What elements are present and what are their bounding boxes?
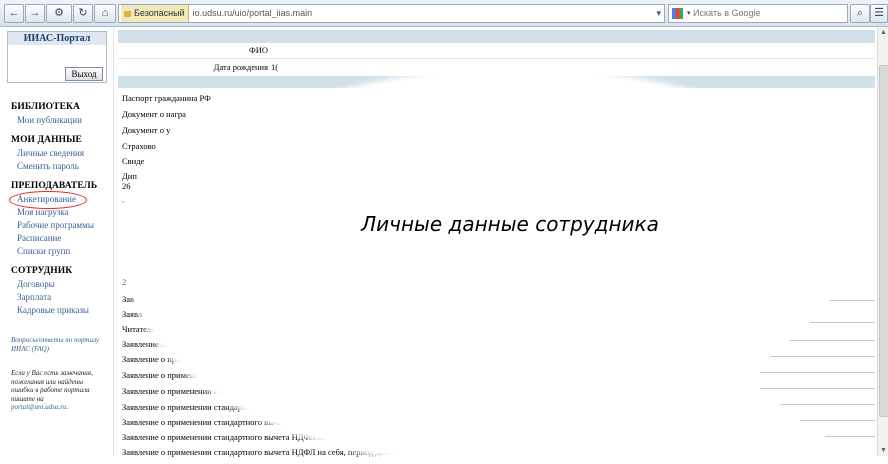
vertical-scrollbar[interactable]: ▲ ▼ <box>877 27 888 456</box>
link-work-programs[interactable]: Рабочие программы <box>17 220 94 230</box>
section-teacher: ПРЕПОДАВАТЕЛЬ <box>11 181 98 191</box>
link-schedule[interactable]: Расписание <box>17 233 61 243</box>
key-icon[interactable]: ⚙ <box>46 4 72 23</box>
row-divider <box>780 404 875 405</box>
row-divider <box>830 300 875 301</box>
doc-statement-7[interactable]: Заявление о применении стандартног <box>122 402 258 412</box>
doc-statement-3[interactable]: Заявление о <box>122 339 165 349</box>
doc-certificate[interactable]: Свиде <box>122 156 144 166</box>
doc-education[interactable]: Документ о у <box>122 125 170 135</box>
dropdown-arrow-icon[interactable]: ▾ <box>656 5 661 22</box>
doc-statement-9[interactable]: Заявление о применении стандартного выче… <box>122 432 344 442</box>
row-divider <box>825 436 875 437</box>
menu-icon[interactable]: ☰ <box>870 4 888 23</box>
row-divider <box>770 356 875 357</box>
contact-text: Если у Вас есть замечания, пожелания или… <box>11 369 93 403</box>
header-bar <box>118 30 875 43</box>
fio-label: ФИО <box>249 45 268 55</box>
scroll-down-icon[interactable]: ▼ <box>879 445 888 455</box>
link-my-workload[interactable]: Моя нагрузка <box>17 207 69 217</box>
doc-diploma-number: 26 <box>122 181 131 191</box>
doc-diploma[interactable]: Дип <box>122 171 137 181</box>
search-placeholder: Искать в Google <box>693 8 761 18</box>
doc-statement-8[interactable]: Заявление о применении стандартного выче… <box>122 417 296 427</box>
browser-toolbar: ← → ⚙ ↻ ⌂ Безопасный io.udsu.ru/uio/porta… <box>0 0 888 27</box>
link-salary[interactable]: Зарплата <box>17 292 51 302</box>
doc-statement-2[interactable]: Заявл <box>122 309 142 319</box>
link-personal-info[interactable]: Личные сведения <box>17 148 84 158</box>
home-icon[interactable]: ⌂ <box>94 4 116 23</box>
doc-insurance[interactable]: Страхово <box>122 141 156 151</box>
search-icon[interactable]: ⌕ <box>850 4 870 23</box>
security-badge-label: Безопасный <box>134 8 185 18</box>
reload-icon[interactable]: ↻ <box>73 4 93 23</box>
doc-passport[interactable]: Паспорт гражданина РФ <box>122 93 211 103</box>
google-logo-icon <box>672 8 683 19</box>
portal-sidebar: ИИАС-Портал Выход БИБЛИОТЕКА Мои публика… <box>0 27 114 456</box>
row-divider <box>790 340 875 341</box>
faq-link[interactable]: Вопросы/ответы по порталу ИИАС (FAQ) <box>11 336 107 353</box>
scroll-up-icon[interactable]: ▲ <box>879 27 888 37</box>
forward-icon[interactable]: → <box>25 4 45 23</box>
security-badge[interactable]: Безопасный <box>121 5 189 22</box>
birth-date-value: 1( <box>271 62 279 72</box>
search-box[interactable]: ▾ Искать в Google <box>668 4 848 23</box>
link-hr-orders[interactable]: Кадровые приказы <box>17 305 89 315</box>
row-divider <box>760 388 875 389</box>
link-change-password[interactable]: Сменить пароль <box>17 161 79 171</box>
doc-partial-link[interactable]: 2 <box>122 277 126 287</box>
portal-login-box: ИИАС-Портал Выход <box>7 31 107 83</box>
overlay-blob <box>136 74 888 464</box>
row-divider <box>800 420 875 421</box>
back-icon[interactable]: ← <box>4 4 24 23</box>
doc-award[interactable]: Документ о награ <box>122 109 186 119</box>
section-my-data: МОИ ДАННЫЕ <box>11 135 82 145</box>
doc-statement-5[interactable]: Заявление о применен <box>122 370 203 380</box>
search-dropdown-icon[interactable]: ▾ <box>687 10 691 17</box>
birth-date-label: Дата рождения <box>213 62 268 72</box>
row-divider <box>810 322 875 323</box>
row-divider <box>760 372 875 373</box>
doc-statement-6[interactable]: Заявление о применении ста <box>122 386 225 396</box>
portal-title: ИИАС-Портал <box>8 32 106 45</box>
scroll-thumb[interactable] <box>879 65 888 417</box>
section-employee: СОТРУДНИК <box>11 266 73 276</box>
link-group-lists[interactable]: Списки групп <box>17 246 70 256</box>
lock-icon <box>124 11 131 17</box>
section-library: БИБЛИОТЕКА <box>11 102 80 112</box>
contact-email-link[interactable]: portal@uni.udsu.ru. <box>11 403 107 412</box>
link-my-publications[interactable]: Мои публикации <box>17 115 82 125</box>
url-text: io.udsu.ru/uio/portal_iias.main <box>192 8 313 18</box>
doc-statement-1[interactable]: Зав <box>122 294 134 304</box>
row-divider <box>118 58 875 59</box>
exit-button[interactable]: Выход <box>65 67 103 81</box>
link-contracts[interactable]: Договоры <box>17 279 55 289</box>
doc-partial-mark: , <box>122 194 125 204</box>
doc-reader[interactable]: Читатель <box>122 324 155 334</box>
doc-statement-4[interactable]: Заявление о при <box>122 354 181 364</box>
overlay-caption: Личные данные сотрудника <box>361 212 659 236</box>
address-bar[interactable]: Безопасный io.udsu.ru/uio/portal_iias.mai… <box>118 4 665 23</box>
